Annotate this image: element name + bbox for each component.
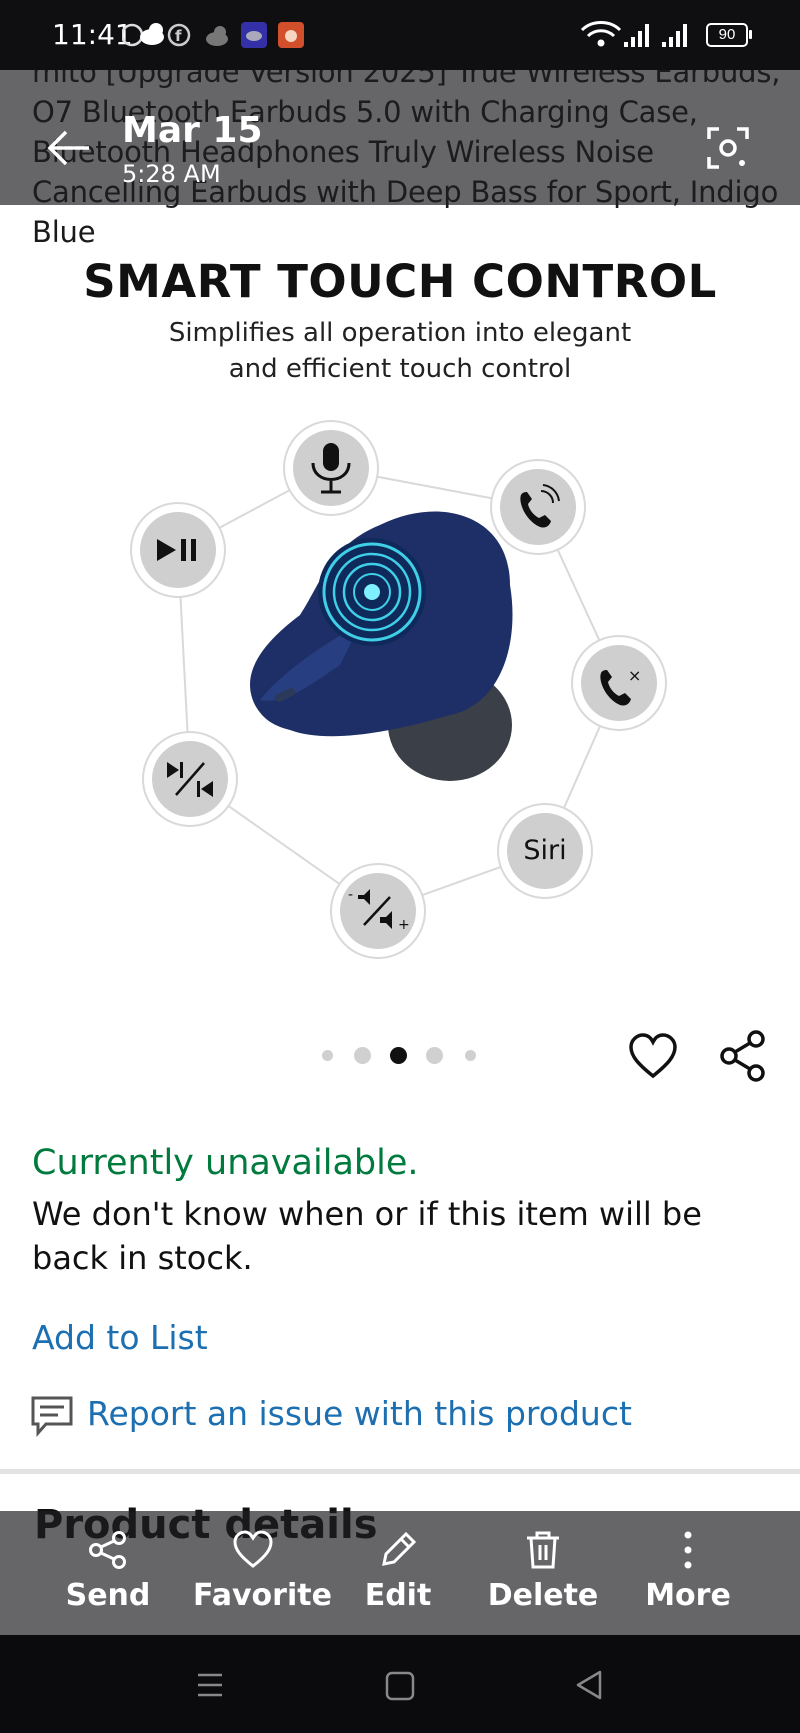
feedback-icon [31, 1396, 73, 1437]
carousel-dot[interactable] [426, 1047, 443, 1064]
back-triangle-icon[interactable] [570, 1665, 610, 1705]
app-badge-icon-2 [278, 22, 304, 48]
status-bar: 11:41 f 90 [0, 0, 800, 70]
system-nav-bar [0, 1635, 800, 1733]
track-skip-control [142, 731, 238, 827]
viewer-top-bar [0, 70, 800, 205]
status-time: 11:41 [52, 18, 133, 51]
image-subtitle: Simplifies all operation into elegant an… [168, 318, 632, 384]
weather-icon [206, 26, 228, 46]
send-button[interactable]: Send [48, 1530, 168, 1625]
stock-message: We don't know when or if this item will … [32, 1195, 702, 1277]
earbud-image [250, 511, 513, 781]
edit-button[interactable]: Edit [338, 1530, 458, 1625]
favorite-label: Favorite [193, 1578, 332, 1613]
cloud-icon [140, 23, 164, 45]
heart-icon [233, 1530, 273, 1568]
pencil-icon [382, 1531, 417, 1566]
siri-label: Siri [523, 835, 567, 866]
favorite-button[interactable]: Favorite [193, 1530, 332, 1625]
more-vertical-icon [684, 1531, 692, 1569]
trash-icon [527, 1531, 559, 1569]
home-square-icon[interactable] [380, 1665, 420, 1705]
signal-icons [580, 21, 687, 47]
lens-scan-icon[interactable] [706, 126, 750, 170]
photo-time: 5:28 AM [122, 160, 221, 188]
image-headline: SMART TOUCH CONTROL [83, 255, 717, 308]
reject-call-control: × [571, 635, 667, 731]
wifi-icon [580, 21, 622, 47]
cell-signal-icon-2 [662, 24, 687, 47]
photo-date: Mar 15 [122, 110, 263, 151]
delete-label: Delete [487, 1578, 599, 1613]
carousel-dot[interactable] [354, 1047, 371, 1064]
carousel-dot[interactable] [322, 1050, 333, 1061]
share-icon[interactable] [718, 1030, 768, 1082]
play-pause-control [130, 502, 226, 598]
more-button[interactable]: More [628, 1530, 748, 1625]
cell-signal-icon [624, 24, 649, 47]
carousel-dot[interactable] [465, 1050, 476, 1061]
carousel-indicator [320, 1045, 480, 1065]
svg-text:×: × [628, 666, 641, 685]
svg-text:-: - [348, 887, 353, 903]
share-icon [89, 1531, 126, 1569]
delete-button[interactable]: Delete [483, 1530, 603, 1625]
chat-bubble-icon [122, 23, 144, 47]
report-issue-link[interactable]: Report an issue with this product [87, 1394, 632, 1433]
battery-tip [749, 30, 752, 39]
svg-text:f: f [175, 27, 182, 45]
facebook-icon: f [167, 23, 191, 47]
app-badge-icon [241, 22, 267, 48]
svg-text:+: + [398, 917, 410, 933]
answer-call-control [490, 459, 586, 555]
back-arrow-icon[interactable] [46, 128, 92, 168]
carousel-dot-active[interactable] [390, 1047, 407, 1064]
more-label: More [645, 1578, 731, 1613]
mic-control [283, 420, 379, 516]
add-to-list-link[interactable]: Add to List [32, 1318, 208, 1357]
recents-menu-icon[interactable] [190, 1665, 230, 1705]
volume-control: - + [330, 863, 426, 959]
battery-icon: 90 [706, 23, 748, 47]
availability-status: Currently unavailable. [32, 1143, 419, 1183]
send-label: Send [65, 1578, 151, 1613]
notification-icons: f [122, 22, 304, 48]
section-divider [0, 1469, 800, 1474]
product-image[interactable]: × - + SMART TOUCH CONTROL Simplifies all… [0, 205, 800, 1005]
wishlist-heart-icon[interactable] [628, 1032, 678, 1082]
edit-label: Edit [364, 1578, 432, 1613]
product-page: mito [Upgrade Version 2025] True Wireles… [0, 0, 800, 1733]
